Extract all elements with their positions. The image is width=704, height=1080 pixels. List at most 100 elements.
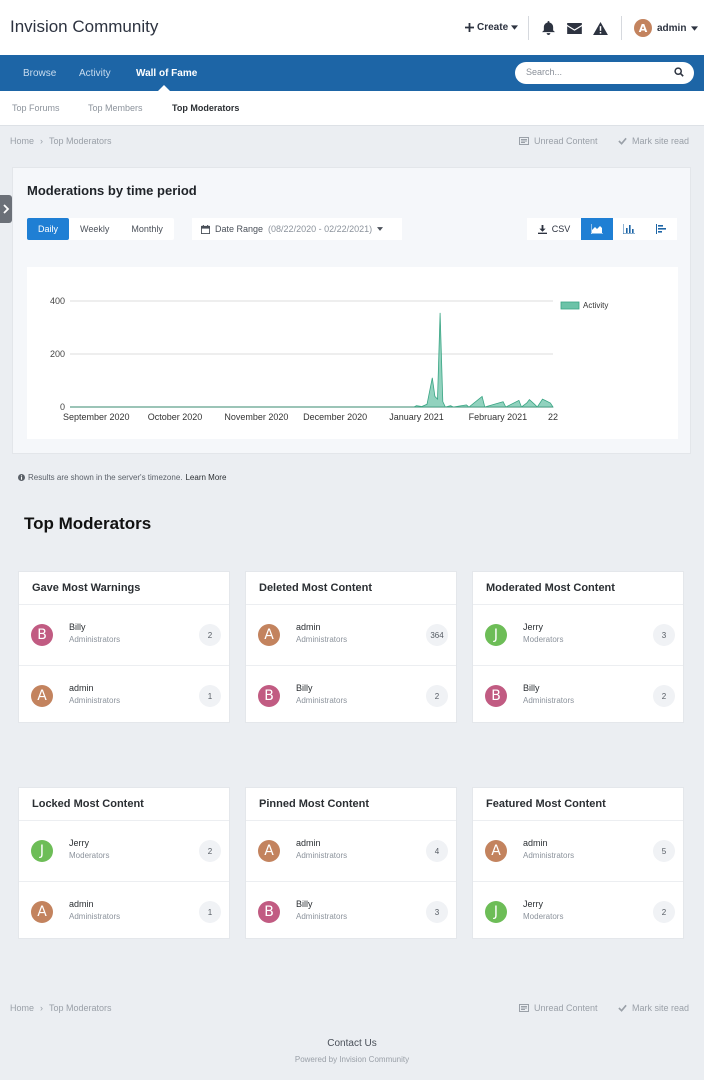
activity-area-chart: 0 200 400 September 2020 October 2020 Novembe… xyxy=(50,296,608,422)
search-box[interactable]: Search... xyxy=(515,62,694,84)
mark-site-read-link[interactable]: Mark site read xyxy=(618,136,689,146)
moderator-name[interactable]: Billy xyxy=(69,622,86,632)
create-label: Create xyxy=(477,22,509,33)
moderator-row[interactable]: J Jerry Moderators 2 xyxy=(473,881,683,941)
messages-envelope-icon[interactable] xyxy=(566,20,582,36)
site-title[interactable]: Invision Community xyxy=(10,17,158,37)
moderator-row[interactable]: B Billy Administrators 3 xyxy=(246,881,456,941)
sidebar-toggle[interactable] xyxy=(0,195,12,223)
user-avatar[interactable]: B xyxy=(31,624,53,646)
count-badge: 2 xyxy=(653,685,675,707)
powered-by-text: Powered by Invision Community xyxy=(294,1055,410,1064)
breadcrumb-home[interactable]: Home xyxy=(10,1003,34,1013)
moderator-name[interactable]: Billy xyxy=(296,683,313,693)
moderator-row[interactable]: Aadmin Administrators 1 xyxy=(19,881,229,941)
moderator-row[interactable]: B Billy Administrators 2 xyxy=(473,665,683,725)
moderator-card: Pinned Most Content Aadmin Administrators 4… xyxy=(245,787,457,939)
date-range-button[interactable]: Date Range (08/22/2020 - 02/22/2021) xyxy=(192,218,402,240)
card-title: Gave Most Warnings xyxy=(32,582,141,594)
moderator-row[interactable]: B Billy Administrators 2 xyxy=(246,665,456,725)
moderator-group: Administrators xyxy=(69,696,121,705)
breadcrumb-current[interactable]: Top Moderators xyxy=(49,136,112,146)
moderator-row[interactable]: J Jerry Moderators 2 xyxy=(19,821,229,881)
caret-down-icon xyxy=(691,25,699,31)
notifications-bell-icon[interactable] xyxy=(540,20,556,36)
moderator-name[interactable]: admin xyxy=(523,838,548,848)
user-avatar[interactable]: A xyxy=(258,624,280,646)
search-icon[interactable] xyxy=(674,67,684,77)
period-selector: Daily Weekly Monthly xyxy=(27,218,174,240)
learn-more-link[interactable]: Learn More xyxy=(185,473,226,482)
moderator-row[interactable]: Aadmin Administrators 1 xyxy=(19,665,229,725)
table-view-button[interactable] xyxy=(645,218,677,240)
moderator-row[interactable]: B Billy Administrators 2 xyxy=(19,605,229,665)
count-badge: 3 xyxy=(653,624,675,646)
area-chart-button[interactable] xyxy=(581,218,613,240)
breadcrumb-separator: › xyxy=(40,1003,44,1013)
nav-item-browse[interactable]: Browse xyxy=(23,68,56,79)
tab-top-moderators[interactable]: Top Moderators xyxy=(172,103,239,113)
breadcrumb-separator: › xyxy=(40,136,44,146)
period-monthly-button[interactable]: Monthly xyxy=(120,218,174,240)
moderator-card: Deleted Most Content Aadmin Administrators… xyxy=(245,571,457,723)
moderator-name[interactable]: Jerry xyxy=(523,622,543,632)
period-weekly-button[interactable]: Weekly xyxy=(69,218,120,240)
moderator-name[interactable]: Billy xyxy=(523,683,540,693)
count-badge: 2 xyxy=(653,901,675,923)
moderator-card: Gave Most Warnings B Billy Administrators 2 A… xyxy=(18,571,230,723)
nav-item-wall-of-fame[interactable]: Wall of Fame xyxy=(136,68,197,79)
bar-chart-button[interactable] xyxy=(613,218,645,240)
user-avatar[interactable]: J xyxy=(485,901,507,923)
search-input[interactable]: Search... xyxy=(526,67,562,77)
user-avatar[interactable]: A xyxy=(31,901,53,923)
breadcrumb-home[interactable]: Home xyxy=(10,136,34,146)
user-avatar[interactable]: J xyxy=(31,840,53,862)
breadcrumb-current[interactable]: Top Moderators xyxy=(49,1003,112,1013)
user-menu[interactable]: A admin xyxy=(634,19,699,37)
moderator-name[interactable]: Jerry xyxy=(69,838,89,848)
card-title: Pinned Most Content xyxy=(259,798,369,810)
moderator-name[interactable]: admin xyxy=(69,683,94,693)
count-badge: 3 xyxy=(426,901,448,923)
moderator-group: Moderators xyxy=(523,635,564,644)
date-range-label: Date Range xyxy=(215,224,264,234)
user-avatar[interactable]: A xyxy=(258,840,280,862)
moderator-name[interactable]: admin xyxy=(296,838,321,848)
user-avatar: A xyxy=(634,19,652,37)
user-avatar[interactable]: A xyxy=(31,685,53,707)
nav-item-activity[interactable]: Activity xyxy=(79,68,111,79)
tab-top-members[interactable]: Top Members xyxy=(88,103,143,113)
plus-icon xyxy=(465,23,474,32)
moderator-name[interactable]: Billy xyxy=(296,899,313,909)
timezone-note: Results are shown in the server's timezo… xyxy=(18,473,226,482)
unread-content-link[interactable]: Unread Content xyxy=(519,1003,598,1013)
moderator-name[interactable]: admin xyxy=(69,899,94,909)
user-avatar[interactable]: B xyxy=(258,901,280,923)
moderator-row[interactable]: J Jerry Moderators 3 xyxy=(473,605,683,665)
moderator-group: Administrators xyxy=(69,635,121,644)
caret-down-icon xyxy=(377,227,384,231)
check-icon xyxy=(618,137,627,145)
create-button[interactable]: Create xyxy=(465,22,519,33)
period-daily-button[interactable]: Daily xyxy=(27,218,70,240)
y-tick-label: 0 xyxy=(60,402,65,412)
moderator-row[interactable]: Aadmin Administrators 364 xyxy=(246,605,456,665)
tab-top-forums[interactable]: Top Forums xyxy=(12,103,60,113)
count-badge: 2 xyxy=(426,685,448,707)
user-avatar[interactable]: B xyxy=(258,685,280,707)
moderator-row[interactable]: Aadmin Administrators 4 xyxy=(246,821,456,881)
unread-content-link[interactable]: Unread Content xyxy=(519,136,598,146)
date-range-value: (08/22/2020 - 02/22/2021) xyxy=(268,224,373,234)
download-csv-button[interactable]: CSV xyxy=(527,218,581,240)
user-avatar[interactable]: B xyxy=(485,685,507,707)
x-tick-label: January 2021 xyxy=(389,412,444,422)
warning-triangle-icon[interactable] xyxy=(592,20,608,36)
moderator-row[interactable]: Aadmin Administrators 5 xyxy=(473,821,683,881)
moderator-name[interactable]: Jerry xyxy=(523,899,543,909)
user-avatar[interactable]: A xyxy=(485,840,507,862)
user-avatar[interactable]: J xyxy=(485,624,507,646)
mark-site-read-link[interactable]: Mark site read xyxy=(618,1003,689,1013)
count-badge: 4 xyxy=(426,840,448,862)
moderator-name[interactable]: admin xyxy=(296,622,321,632)
contact-us-link[interactable]: Contact Us xyxy=(0,1038,704,1049)
